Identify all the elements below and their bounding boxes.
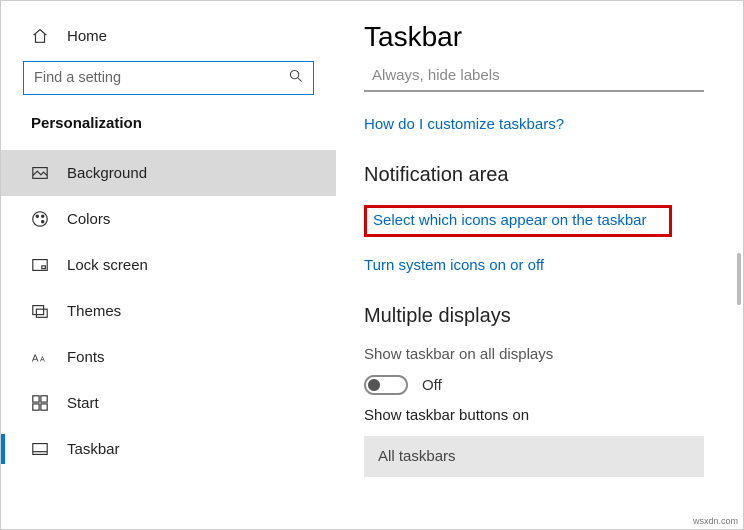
combine-dropdown[interactable]: Always, hide labels [364, 63, 704, 92]
show-taskbar-toggle[interactable] [364, 375, 408, 395]
show-buttons-label: Show taskbar buttons on [364, 407, 715, 424]
search-icon [289, 69, 303, 87]
sidebar: Home Personalization Background Colors [1, 1, 336, 529]
search-input[interactable] [34, 70, 263, 86]
scrollbar-thumb[interactable] [737, 253, 741, 305]
highlight-box: Select which icons appear on the taskbar [364, 205, 672, 237]
svg-text:A: A [32, 354, 39, 365]
colors-icon [31, 210, 49, 228]
source-watermark: wsxdn.com [693, 516, 738, 526]
sidebar-item-start[interactable]: Start [1, 380, 336, 426]
themes-icon [31, 302, 49, 320]
main-content: Taskbar Always, hide labels How do I cus… [336, 1, 743, 529]
sidebar-item-colors[interactable]: Colors [1, 196, 336, 242]
sidebar-item-background[interactable]: Background [1, 150, 336, 196]
background-icon [31, 164, 49, 182]
sidebar-item-taskbar[interactable]: Taskbar [1, 426, 336, 472]
sidebar-item-themes[interactable]: Themes [1, 288, 336, 334]
sidebar-item-label: Taskbar [67, 441, 120, 458]
search-box[interactable] [23, 61, 314, 95]
home-button[interactable]: Home [1, 19, 336, 61]
help-link[interactable]: How do I customize taskbars? [364, 116, 564, 133]
taskbar-icon [31, 440, 49, 458]
start-icon [31, 394, 49, 412]
sidebar-item-label: Lock screen [67, 257, 148, 274]
sidebar-item-label: Background [67, 165, 147, 182]
home-label: Home [67, 28, 107, 45]
lockscreen-icon [31, 256, 49, 274]
home-icon [31, 27, 49, 45]
sidebar-item-fonts[interactable]: AA Fonts [1, 334, 336, 380]
select-icons-link[interactable]: Select which icons appear on the taskbar [373, 212, 647, 229]
svg-text:A: A [40, 355, 45, 364]
category-title: Personalization [1, 115, 336, 150]
system-icons-link[interactable]: Turn system icons on or off [364, 257, 544, 274]
sidebar-item-label: Themes [67, 303, 121, 320]
sidebar-item-label: Start [67, 395, 99, 412]
page-title: Taskbar [364, 21, 715, 53]
show-taskbar-all-label: Show taskbar on all displays [364, 346, 715, 363]
show-buttons-dropdown[interactable]: All taskbars [364, 436, 704, 477]
fonts-icon: AA [31, 348, 49, 366]
sidebar-item-label: Colors [67, 211, 110, 228]
notification-area-heading: Notification area [364, 164, 715, 187]
sidebar-item-label: Fonts [67, 349, 105, 366]
sidebar-item-lockscreen[interactable]: Lock screen [1, 242, 336, 288]
toggle-value: Off [422, 377, 442, 394]
multiple-displays-heading: Multiple displays [364, 305, 715, 328]
